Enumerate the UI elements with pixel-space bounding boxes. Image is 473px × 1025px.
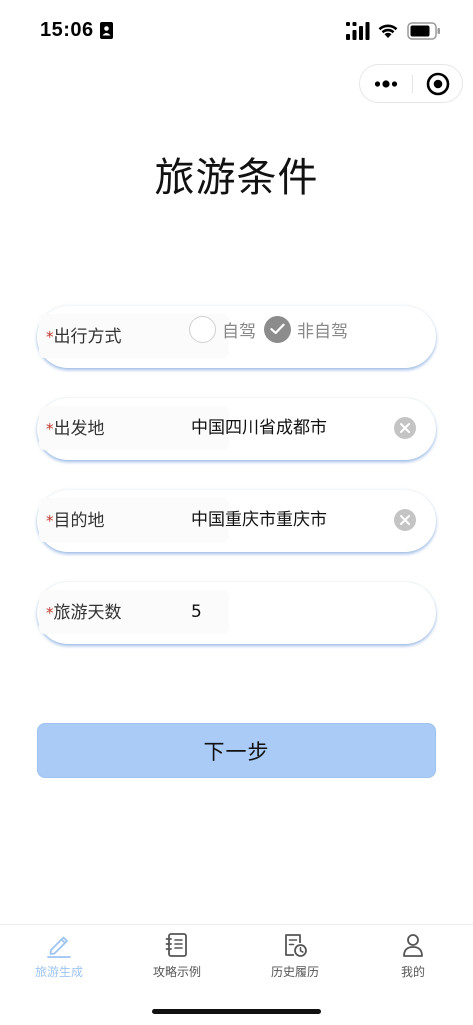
id-card-icon: [100, 22, 113, 39]
tab-label: 历史履历: [270, 965, 319, 979]
travel-mode-label: 出行方式: [53, 327, 122, 347]
days-row: *旅游天数 5: [37, 582, 436, 644]
departure-input[interactable]: 中国四川省成都市: [191, 417, 327, 439]
departure-label: 出发地: [53, 419, 105, 439]
days-label: 旅游天数: [53, 603, 122, 623]
days-input[interactable]: 5: [191, 601, 202, 623]
pencil-icon: [47, 936, 71, 958]
history-document-icon: [285, 934, 307, 957]
departure-label-wrap: *出发地: [46, 418, 105, 440]
user-icon: [403, 934, 423, 957]
tab-label: 攻略示例: [152, 965, 201, 979]
required-star: *: [46, 512, 54, 530]
page-title: 旅游条件: [154, 155, 319, 201]
radio-non-self-drive[interactable]: 非自驾: [264, 315, 348, 343]
notebook-icon: [165, 933, 187, 957]
radio-self-drive-label: 自驾: [222, 321, 256, 342]
destination-label-wrap: *目的地: [46, 510, 105, 532]
wifi-icon: [378, 24, 398, 38]
days-label-wrap: *旅游天数: [46, 602, 122, 624]
more-dots-icon: [374, 79, 398, 88]
tab-label: 我的: [400, 965, 425, 979]
radio-non-self-drive-label: 非自驾: [297, 321, 348, 342]
next-step-button[interactable]: 下一步: [37, 723, 436, 778]
tab-profile[interactable]: 我的: [354, 931, 472, 980]
tab-label: 旅游生成: [34, 965, 83, 979]
travel-mode-radio-group: 自驾 非自驾: [189, 314, 356, 344]
home-indicator: [152, 1009, 321, 1014]
checkmark-icon: [270, 323, 285, 335]
destination-label: 目的地: [53, 511, 105, 531]
mini-program-capsule: [359, 64, 463, 103]
more-button[interactable]: [360, 65, 412, 102]
departure-row: *出发地 中国四川省成都市: [37, 398, 436, 460]
clear-icon[interactable]: [394, 417, 416, 439]
tab-history[interactable]: 历史履历: [236, 931, 354, 980]
close-mini-program-button[interactable]: [413, 65, 463, 102]
status-bar: 15:06: [0, 0, 473, 60]
required-star: *: [46, 420, 54, 438]
status-time: 15:06: [40, 19, 94, 41]
travel-mode-row: *出行方式 自驾 非自驾: [37, 306, 436, 368]
destination-input[interactable]: 中国重庆市重庆市: [191, 509, 327, 531]
signal-icon: [346, 22, 370, 40]
required-star: *: [46, 328, 54, 346]
required-star: *: [46, 604, 54, 622]
battery-icon: [407, 22, 440, 40]
tab-guide-examples[interactable]: 攻略示例: [118, 931, 236, 980]
radio-checked-icon[interactable]: [264, 315, 291, 343]
radio-unchecked-icon[interactable]: [189, 315, 216, 343]
target-circle-icon: [426, 72, 450, 95]
clear-icon[interactable]: [394, 509, 416, 531]
radio-self-drive[interactable]: 自驾: [189, 315, 256, 343]
destination-row: *目的地 中国重庆市重庆市: [37, 490, 436, 552]
tab-travel-generate[interactable]: 旅游生成: [0, 931, 118, 980]
travel-mode-label-wrap: *出行方式: [46, 326, 122, 348]
